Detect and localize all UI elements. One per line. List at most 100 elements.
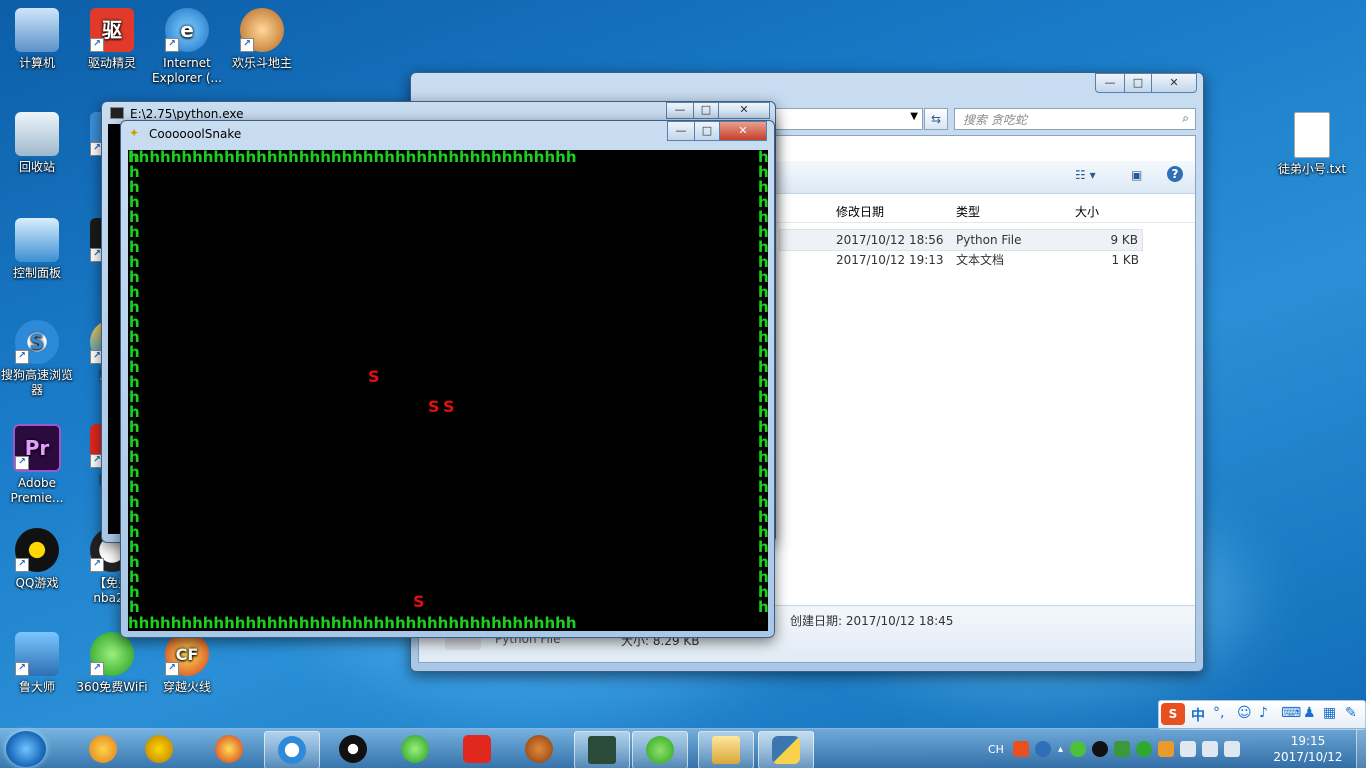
taskbar-explorer[interactable] <box>698 731 754 768</box>
ludashi-icon: ↗ <box>15 632 59 676</box>
file-row[interactable]: 2017/10/12 19:13 文本文档 1 KB <box>779 250 1143 270</box>
desktop-icon-qq-game[interactable]: ↗ QQ游戏 <box>1 528 73 591</box>
taskbar-crossfire[interactable] <box>202 731 256 767</box>
ie-browser-icon <box>89 735 117 763</box>
snake-maximize-button[interactable]: □ <box>694 121 720 141</box>
address-bar[interactable]: ▼ <box>771 108 923 130</box>
view-options-icon[interactable]: ☷ ▾ <box>1075 168 1096 182</box>
language-indicator[interactable]: CH <box>988 743 1004 756</box>
desktop-icon-label: 计算机 <box>18 56 55 70</box>
taskbar-nba2k[interactable] <box>512 731 566 767</box>
taskbar-sogou-browser[interactable] <box>264 731 320 768</box>
taskbar-wechat[interactable] <box>632 731 688 768</box>
desktop-icon-control-panel[interactable]: 控制面板 <box>1 218 73 281</box>
desktop-icon-label: 搜狗高速浏览器 <box>1 368 74 397</box>
desktop-icon-label: 徒弟小号.txt <box>1277 162 1347 176</box>
volume-icon[interactable] <box>1201 741 1218 757</box>
taskbar-netease-music[interactable] <box>450 731 504 767</box>
file-row[interactable]: 2017/10/12 18:56 Python File 9 KB <box>779 229 1143 251</box>
start-button[interactable] <box>6 731 46 767</box>
desktop-icon-label: 驱动精灵 <box>87 56 136 70</box>
emoji-icon[interactable]: ☺ <box>1237 705 1252 721</box>
wechat-tray-icon[interactable] <box>1069 741 1086 757</box>
desktop-icon-360-wifi[interactable]: ↗ 360免费WiFi <box>76 632 148 695</box>
system-tray: CH ▴ <box>988 729 1243 768</box>
clock[interactable]: 19:15 2017/10/12 <box>1268 733 1348 765</box>
chevron-down-icon[interactable]: ▼ <box>910 111 918 122</box>
keyboard-icon[interactable]: ⌨ <box>1281 705 1301 721</box>
snake-segment: S <box>428 397 440 416</box>
taskbar-360-wifi[interactable] <box>388 731 442 767</box>
snake-minimize-button[interactable]: — <box>667 121 695 141</box>
show-desktop-button[interactable] <box>1356 729 1366 768</box>
qq-tray-icon[interactable] <box>1091 741 1108 757</box>
sogou-browser-icon <box>278 736 306 764</box>
explorer-minimize-button[interactable]: — <box>1095 73 1125 93</box>
taskbar-qq-pet[interactable] <box>132 731 186 767</box>
wall-top: hhhhhhhhhhhhhhhhhhhhhhhhhhhhhhhhhhhhhhhh… <box>128 150 577 166</box>
control-panel-icon <box>15 218 59 262</box>
settings-icon[interactable]: ✎ <box>1345 705 1357 721</box>
tray-app-icon[interactable] <box>1113 741 1130 757</box>
wechat-icon <box>646 736 674 764</box>
desktop-icon-internet-explorer[interactable]: e ↗ Internet Explorer (... <box>151 8 223 86</box>
ime-mode[interactable]: 中 <box>1191 705 1205 725</box>
qq-pet-icon <box>145 735 173 763</box>
snake-window[interactable]: ✦ CoooooolSnake — □ ✕ hhhhhhhhhhhhhhhhhh… <box>120 120 775 638</box>
taskbar-python[interactable] <box>758 731 814 768</box>
explorer-close-button[interactable]: ✕ <box>1151 73 1197 93</box>
food: S <box>413 592 425 611</box>
doudizhu-game-icon: ↗ <box>240 8 284 52</box>
search-input[interactable]: 搜索 贪吃蛇 <box>963 111 1027 128</box>
desktop-icon-recycle-bin[interactable]: 回收站 <box>1 112 73 175</box>
snake-segment: S <box>368 367 380 386</box>
desktop-icon-text-file[interactable]: 徒弟小号.txt <box>1276 112 1348 177</box>
column-type[interactable]: 类型 <box>956 203 980 220</box>
crossfire-icon: CF ↗ <box>165 632 209 676</box>
search-icon[interactable]: ⌕ <box>1182 111 1189 126</box>
grid-icon[interactable]: ▦ <box>1323 705 1336 721</box>
wall-left: h h h h h h h h h h h h h h h h h h h h … <box>129 150 140 616</box>
tray-app-icon[interactable] <box>1157 741 1174 757</box>
taskbar: CH ▴ 19:15 2017/10/12 <box>0 728 1366 768</box>
console-maximize-button[interactable]: □ <box>693 102 719 119</box>
help-icon[interactable]: ? <box>1167 166 1183 182</box>
taskbar-ie-browser[interactable] <box>76 731 130 767</box>
explorer-maximize-button[interactable]: □ <box>1124 73 1152 93</box>
desktop-icon-computer[interactable]: 计算机 <box>1 8 73 71</box>
360-tray-icon[interactable] <box>1135 741 1152 757</box>
crossfire-icon <box>215 735 243 763</box>
desktop-icon-crossfire[interactable]: CF ↗ 穿越火线 <box>151 632 223 695</box>
qq-game-icon: ↗ <box>15 528 59 572</box>
sogou-ime-icon[interactable]: S <box>1161 703 1185 725</box>
power-icon[interactable] <box>1223 741 1240 757</box>
console-close-button[interactable]: ✕ <box>718 102 770 119</box>
column-size[interactable]: 大小 <box>1075 203 1099 220</box>
console-minimize-button[interactable]: — <box>666 102 694 119</box>
desktop-icon-adobe-premiere[interactable]: Pr ↗ Adobe Premie... <box>1 424 73 506</box>
sogou-tray-icon[interactable] <box>1012 741 1029 757</box>
desktop-icon-label: Internet Explorer (... <box>152 56 222 85</box>
network-icon[interactable] <box>1179 741 1196 757</box>
desktop-icon-label: 鲁大师 <box>18 680 55 694</box>
chevron-up-icon[interactable]: ▴ <box>1058 744 1063 755</box>
details-created: 创建日期: 2017/10/12 18:45 <box>790 614 954 628</box>
taskbar-qq[interactable] <box>326 731 380 767</box>
taskbar-console[interactable] <box>574 731 630 768</box>
desktop-icon-label: 穿越火线 <box>162 680 211 694</box>
refresh-icon[interactable]: ⇆ <box>924 108 948 130</box>
desktop-icon-doudizhu[interactable]: ↗ 欢乐斗地主 <box>226 8 298 71</box>
punctuation-icon[interactable]: °, <box>1213 705 1224 721</box>
snake-close-button[interactable]: ✕ <box>719 121 767 141</box>
help-tray-icon[interactable] <box>1034 741 1051 757</box>
desktop-icon-sogou-browser[interactable]: S ↗ 搜狗高速浏览器 <box>1 320 73 398</box>
ime-bar[interactable]: S 中 °, ☺ ♪ ⌨ ♟ ▦ ✎ <box>1158 700 1366 730</box>
search-box[interactable]: 搜索 贪吃蛇 ⌕ <box>954 108 1196 130</box>
voice-icon[interactable]: ♪ <box>1259 705 1268 721</box>
skin-icon[interactable]: ♟ <box>1303 705 1316 721</box>
desktop-icon-driver-genius[interactable]: 驱 ↗ 驱动精灵 <box>76 8 148 71</box>
column-modified-date[interactable]: 修改日期 <box>836 203 884 220</box>
text-file-icon <box>1294 112 1330 158</box>
desktop-icon-ludashi[interactable]: ↗ 鲁大师 <box>1 632 73 695</box>
preview-pane-icon[interactable]: ▣ <box>1131 168 1142 182</box>
